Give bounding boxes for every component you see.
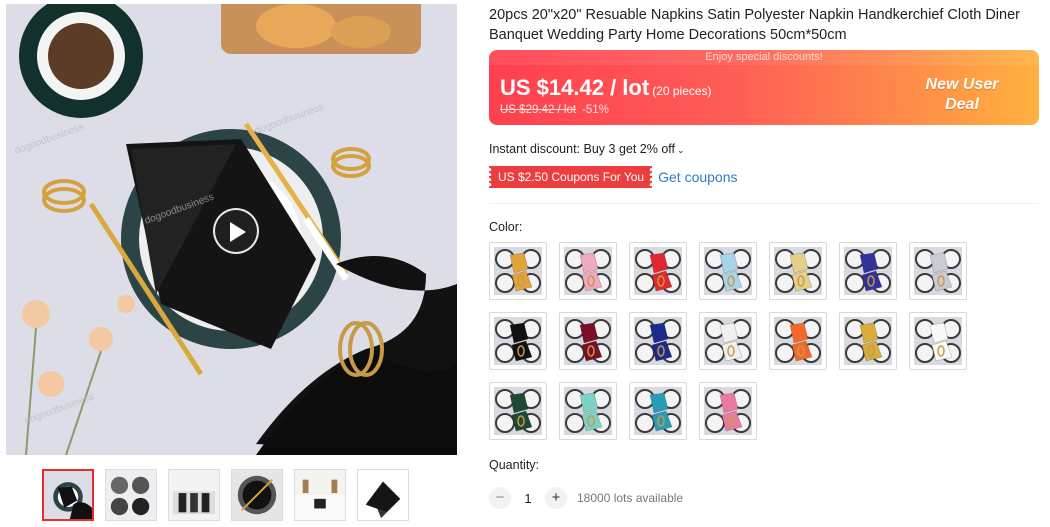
promo-tag: Enjoy special discounts! (489, 50, 1039, 65)
color-swatch-15[interactable] (489, 382, 547, 440)
swatch-image (704, 317, 752, 365)
color-swatch-12[interactable] (769, 312, 827, 370)
thumbnail-image (295, 470, 345, 520)
original-price-row: US $29.42 / lot -51% (500, 104, 609, 116)
thumbnail-image (44, 471, 92, 519)
swatch-image (564, 247, 612, 295)
current-price-value: US $14.42 / lot (500, 75, 650, 100)
color-swatch-grid (489, 242, 989, 440)
divider (489, 203, 1039, 204)
instant-discount-text: Instant discount: Buy 3 get 2% off (489, 142, 675, 156)
main-product-image[interactable]: dogoodbusiness dogoodbusiness dogoodbusi… (6, 4, 457, 455)
swatch-image (704, 247, 752, 295)
current-price: US $14.42 / lot (20 pieces) (500, 75, 712, 101)
play-icon (230, 222, 246, 242)
color-swatch-4[interactable] (699, 242, 757, 300)
color-swatch-13[interactable] (839, 312, 897, 370)
swatch-image (774, 317, 822, 365)
color-swatch-14[interactable] (909, 312, 967, 370)
swatch-image (494, 387, 542, 435)
swatch-image (494, 247, 542, 295)
thumbnail-6[interactable] (357, 469, 409, 521)
swatch-image (634, 387, 682, 435)
color-swatch-2[interactable] (559, 242, 617, 300)
color-swatch-8[interactable] (489, 312, 547, 370)
color-swatch-9[interactable] (559, 312, 617, 370)
product-title: 20pcs 20"x20" Resuable Napkins Satin Pol… (489, 7, 1020, 43)
quantity-value[interactable]: 1 (511, 491, 545, 506)
new-user-deal-badge[interactable]: New User Deal (907, 75, 1017, 115)
play-video-button[interactable] (213, 208, 259, 254)
color-swatch-16[interactable] (559, 382, 617, 440)
swatch-image (494, 317, 542, 365)
price-banner: Enjoy special discounts! US $14.42 / lot… (489, 50, 1039, 125)
swatch-image (564, 317, 612, 365)
color-swatch-3[interactable] (629, 242, 687, 300)
chevron-down-icon: ⌄ (677, 145, 685, 155)
color-swatch-5[interactable] (769, 242, 827, 300)
swatch-image (634, 247, 682, 295)
increase-quantity-button[interactable]: + (545, 487, 567, 509)
color-swatch-6[interactable] (839, 242, 897, 300)
thumbnail-5[interactable] (294, 469, 346, 521)
pieces-count: (20 pieces) (652, 84, 712, 98)
thumbnail-3[interactable] (168, 469, 220, 521)
discount-percent: -51% (582, 104, 609, 116)
color-label: Color: (489, 220, 523, 234)
swatch-image (634, 317, 682, 365)
thumbnail-4[interactable] (231, 469, 283, 521)
coupon-badge[interactable]: US $2.50 Coupons For You (489, 166, 653, 188)
get-coupons-link[interactable]: Get coupons (658, 169, 737, 185)
coupon-row: US $2.50 Coupons For You Get coupons (489, 166, 738, 188)
quantity-stepper: − 1 + 18000 lots available (489, 487, 683, 509)
swatch-image (844, 247, 892, 295)
color-swatch-17[interactable] (629, 382, 687, 440)
swatch-image (914, 247, 962, 295)
swatch-image (564, 387, 612, 435)
badge-line-1: New User (925, 76, 999, 93)
thumbnail-2[interactable] (105, 469, 157, 521)
color-swatch-7[interactable] (909, 242, 967, 300)
quantity-label: Quantity: (489, 458, 540, 472)
color-swatch-18[interactable] (699, 382, 757, 440)
color-swatch-10[interactable] (629, 312, 687, 370)
lots-available: 18000 lots available (577, 491, 684, 505)
thumbnail-1[interactable] (42, 469, 94, 521)
color-swatch-11[interactable] (699, 312, 757, 370)
original-price: US $29.42 / lot (500, 104, 577, 116)
color-swatch-1[interactable] (489, 242, 547, 300)
thumbnail-image (232, 470, 282, 520)
decrease-quantity-button[interactable]: − (489, 487, 511, 509)
swatch-image (914, 317, 962, 365)
swatch-image (774, 247, 822, 295)
thumbnail-image (106, 470, 156, 520)
thumbnail-image (358, 470, 408, 520)
swatch-image (844, 317, 892, 365)
instant-discount[interactable]: Instant discount: Buy 3 get 2% off ⌄ (489, 142, 685, 156)
thumbnail-image (169, 470, 219, 520)
badge-line-2: Deal (945, 96, 979, 113)
swatch-image (704, 387, 752, 435)
thumbnail-strip (42, 469, 409, 521)
